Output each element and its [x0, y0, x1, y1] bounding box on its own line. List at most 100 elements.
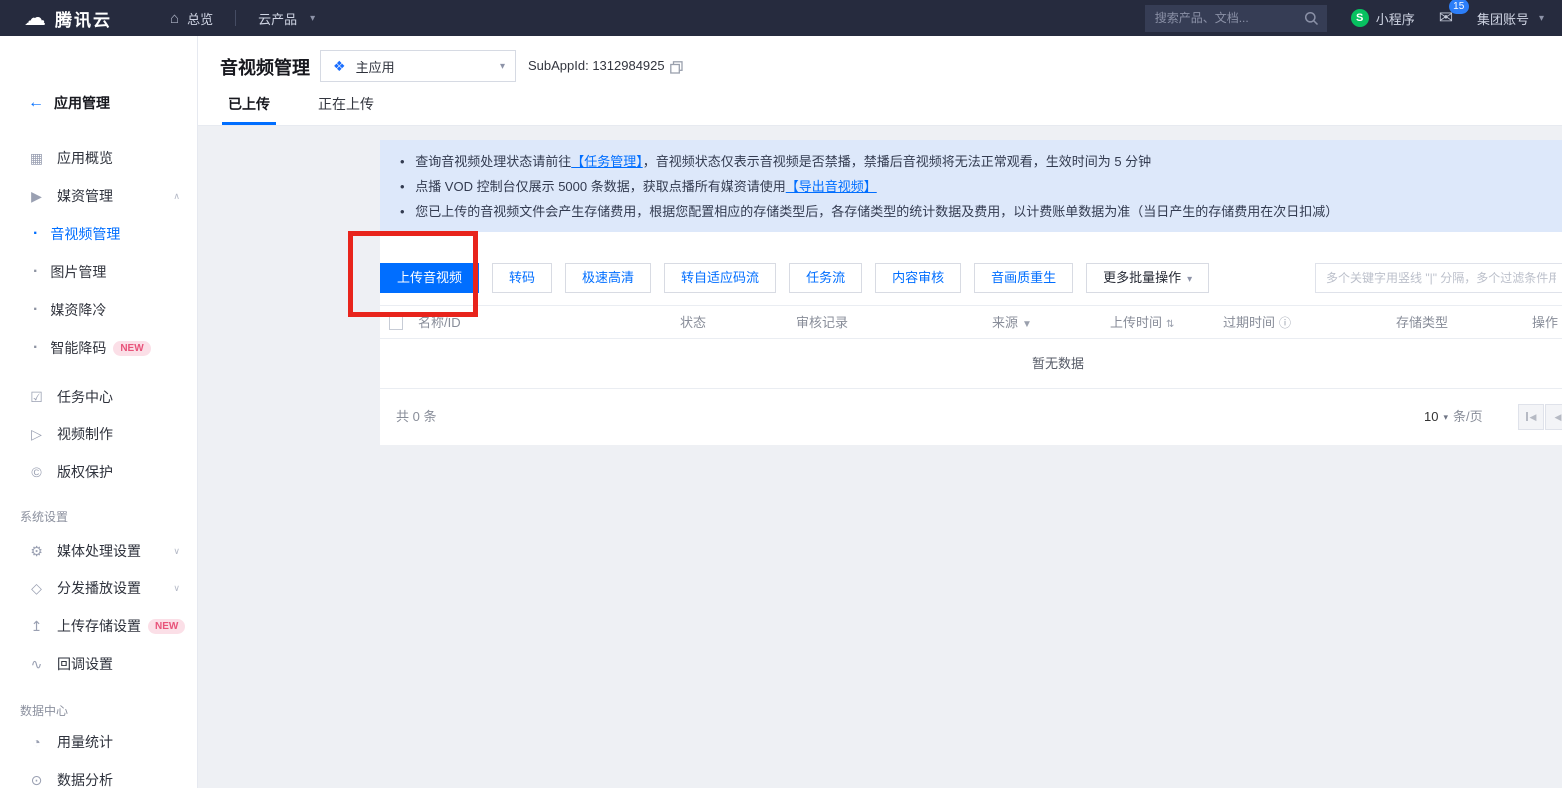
sidebar-item-data-analysis[interactable]: ⊙ 数据分析	[0, 766, 198, 788]
tencent-cloud-logo[interactable]: ☁ 腾讯云	[24, 6, 112, 31]
messages-entry[interactable]: ✉ 15	[1439, 8, 1453, 28]
sidebar-item-image-management[interactable]: · 图片管理	[0, 258, 198, 286]
page-title: 音视频管理	[220, 54, 310, 80]
prev-page-icon: ◀	[1555, 412, 1562, 422]
subappid: SubAppId: 1312984925	[528, 50, 683, 82]
tab-uploaded[interactable]: 已上传	[228, 89, 270, 125]
pagination-bar: 共 0 条 10 ▾ 条/页 ◀ ◀	[380, 389, 1562, 445]
page-size-selector[interactable]: 10 ▾ 条/页	[1424, 389, 1483, 445]
sidebar-item-smart-bitrate[interactable]: · 智能降码 NEW	[0, 334, 198, 362]
sidebar-item-media-assets[interactable]: ▶ 媒资管理 ∧	[0, 182, 198, 210]
task-management-link[interactable]: 【任务管理】	[571, 154, 643, 169]
sidebar-item-upload-storage[interactable]: ↥ 上传存储设置 NEW	[0, 612, 198, 640]
chevron-down-icon[interactable]: ∨	[173, 583, 180, 594]
sidebar: ← 应用管理 ▦ 应用概览 ▶ 媒资管理 ∧ · 音视频管理 · 图片管理 · …	[0, 36, 198, 788]
topbar-divider	[235, 10, 236, 26]
prev-page-button[interactable]: ◀	[1545, 404, 1562, 430]
sidebar-item-task-center[interactable]: ☑ 任务中心	[0, 383, 198, 411]
tab-uploading[interactable]: 正在上传	[318, 89, 374, 125]
cloud-logo-icon: ☁	[24, 7, 46, 29]
bullet-icon: ·	[33, 301, 38, 319]
sidebar-item-av-management[interactable]: · 音视频管理	[0, 220, 198, 248]
back-arrow-icon: ←	[28, 94, 44, 112]
sidebar-section-data-center: 数据中心	[20, 702, 68, 719]
vod-console-page: ☁ 腾讯云 ⌂ 总览 云产品 ▾ S 小程序 ✉ 15	[0, 0, 1562, 788]
transcode-button[interactable]: 转码	[492, 263, 552, 293]
new-badge: NEW	[113, 341, 150, 356]
sidebar-section-system-settings: 系统设置	[20, 508, 68, 525]
callback-icon: ∿	[28, 656, 45, 673]
select-all-checkbox[interactable]	[389, 316, 403, 330]
sidebar-item-app-overview[interactable]: ▦ 应用概览	[0, 144, 198, 172]
notice-line-1: 查询音视频处理状态请前往【任务管理】，音视频状态仅表示音视频是否禁播，禁播后音视…	[400, 149, 1560, 174]
task-icon: ☑	[28, 389, 45, 406]
back-to-app-management[interactable]: ← 应用管理	[28, 93, 110, 113]
nav-overview-label: 总览	[187, 9, 213, 28]
chevron-down-icon: ▾	[500, 61, 505, 72]
pie-chart-icon: ◔	[28, 734, 45, 750]
adaptive-stream-button[interactable]: 转自适应码流	[664, 263, 776, 293]
first-page-button[interactable]: ◀	[1518, 404, 1544, 430]
chevron-up-icon[interactable]: ∧	[173, 191, 180, 202]
col-status: 状态	[680, 306, 706, 340]
main-header: 音视频管理 ❖ 主应用 ▾ SubAppId: 1312984925 已上传 正…	[198, 36, 1562, 126]
sidebar-item-media-processing[interactable]: ⚙ 媒体处理设置 ∨	[0, 537, 198, 565]
av-quality-remaster-button[interactable]: 音画质重生	[974, 263, 1073, 293]
chevron-down-icon: ▾	[1187, 274, 1192, 285]
col-upload-time: 上传时间⇅	[1110, 306, 1174, 340]
back-label: 应用管理	[54, 93, 110, 113]
account-menu[interactable]: 集团账号 ▾	[1477, 9, 1544, 28]
notice-line-2: 点播 VOD 控制台仅展示 5000 条数据，获取点播所有媒资请使用【导出音视频…	[400, 174, 1560, 199]
nav-overview[interactable]: ⌂ 总览	[170, 9, 213, 28]
mail-badge: 15	[1449, 0, 1469, 14]
subappid-label: SubAppId: 1312984925	[528, 50, 665, 82]
sort-icon[interactable]: ⇅	[1166, 319, 1174, 330]
notice-banner: 查询音视频处理状态请前往【任务管理】，音视频状态仅表示音视频是否禁播，禁播后音视…	[380, 140, 1562, 232]
sidebar-item-usage-stats[interactable]: ◔ 用量统计	[0, 728, 198, 756]
more-batch-actions-button[interactable]: 更多批量操作▾	[1086, 263, 1209, 293]
content-review-button[interactable]: 内容审核	[875, 263, 961, 293]
topbar: ☁ 腾讯云 ⌂ 总览 云产品 ▾ S 小程序 ✉ 15	[0, 0, 1562, 36]
home-icon: ⌂	[170, 10, 179, 27]
info-icon[interactable]: ⓘ	[1279, 316, 1291, 330]
empty-state: 暂无数据	[380, 339, 1562, 389]
analysis-icon: ⊙	[28, 772, 45, 788]
col-name-id: 名称/ID	[418, 306, 461, 340]
tesHD-button[interactable]: 极速高清	[565, 263, 651, 293]
table-header: 名称/ID 状态 审核记录 来源▼ 上传时间⇅ 过期时间ⓘ 存储类型 操作	[380, 305, 1562, 339]
chevron-down-icon[interactable]: ∨	[173, 546, 180, 557]
bullet-icon: ·	[33, 225, 38, 243]
sidebar-item-media-cooling[interactable]: · 媒资降冷	[0, 296, 198, 324]
sidebar-item-distribution-playback[interactable]: ◇ 分发播放设置 ∨	[0, 574, 198, 602]
mini-program-entry[interactable]: S 小程序	[1351, 9, 1415, 28]
layers-icon: ❖	[333, 58, 346, 75]
search-input[interactable]	[1145, 5, 1327, 32]
mini-program-label: 小程序	[1376, 9, 1415, 28]
upload-icon: ↥	[28, 618, 45, 635]
search-icon[interactable]	[1304, 11, 1319, 26]
task-flow-button[interactable]: 任务流	[789, 263, 862, 293]
export-av-link[interactable]: 【导出音视频】	[786, 179, 877, 194]
filter-icon[interactable]: ▼	[1022, 319, 1032, 330]
account-label: 集团账号	[1477, 9, 1529, 28]
tab-bar: 已上传 正在上传	[228, 89, 374, 125]
sidebar-item-video-production[interactable]: ▷ 视频制作	[0, 420, 198, 448]
sidebar-item-callback-settings[interactable]: ∿ 回调设置	[0, 650, 198, 678]
first-page-icon: ◀	[1530, 412, 1537, 422]
topbar-search	[1145, 5, 1327, 32]
nav-products[interactable]: 云产品 ▾	[258, 9, 315, 28]
upload-av-button[interactable]: 上传音视频	[380, 263, 479, 293]
notice-line-3: 您已上传的音视频文件会产生存储费用，根据您配置相应的存储类型后，各存储类型的统计…	[400, 199, 1560, 224]
new-badge: NEW	[148, 619, 185, 634]
col-review-record: 审核记录	[796, 306, 848, 340]
topbar-right: S 小程序 ✉ 15 集团账号 ▾	[1145, 5, 1544, 32]
col-actions: 操作	[1532, 306, 1558, 340]
keyword-filter-input[interactable]	[1315, 263, 1562, 293]
sidebar-item-copyright[interactable]: © 版权保护	[0, 458, 198, 486]
app-selector-dropdown[interactable]: ❖ 主应用 ▾	[320, 50, 516, 82]
nav-products-label: 云产品	[258, 9, 297, 28]
play-icon: ▷	[28, 426, 45, 443]
copy-icon[interactable]	[670, 61, 683, 74]
bullet-icon: ·	[33, 263, 38, 281]
grid-icon: ▦	[28, 150, 45, 167]
